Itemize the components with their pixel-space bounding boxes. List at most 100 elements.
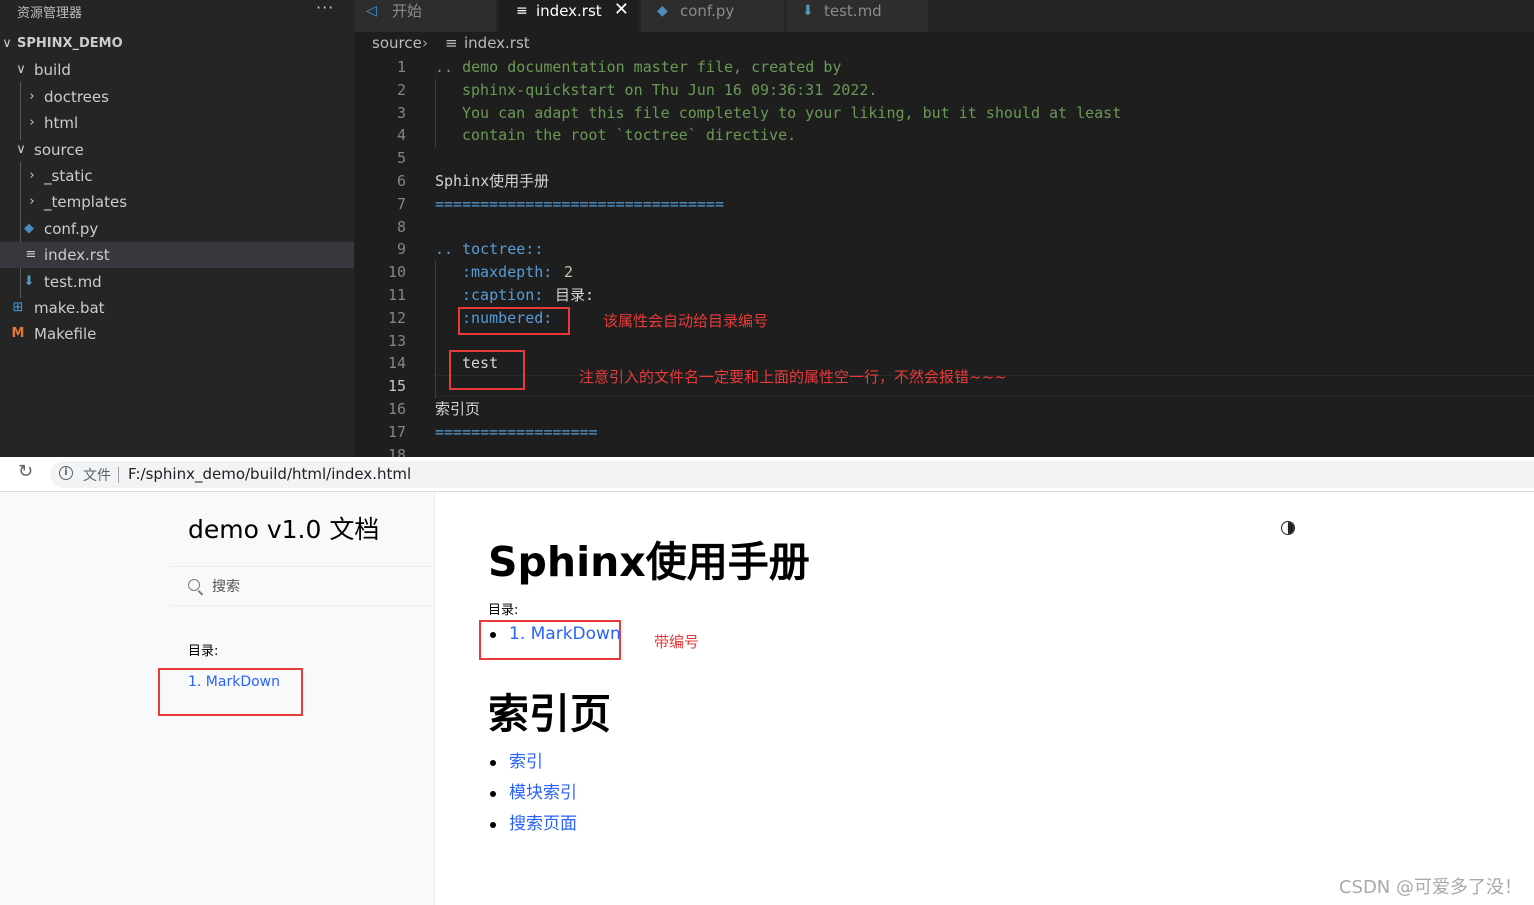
tree-item-label: _static bbox=[44, 167, 93, 185]
indent-guide bbox=[435, 261, 436, 398]
chevron-down-icon: ∨ bbox=[2, 36, 12, 51]
line-number: 5 bbox=[396, 149, 406, 167]
markdown-file-icon: ⬇ bbox=[23, 274, 35, 289]
watermark: CSDN @可爱多了没！ bbox=[1338, 877, 1522, 898]
line-number: 14 bbox=[387, 354, 406, 372]
site-brand[interactable]: demo v1.0 文档 bbox=[188, 510, 379, 546]
chevron-right-icon: › bbox=[29, 115, 35, 130]
annotation-blank-line: 注意引入的文件名一定要和上面的属性空一行，不然会报错~~~ bbox=[579, 368, 1007, 386]
info-icon[interactable]: i bbox=[59, 466, 73, 480]
code-line-9: .. toctree:: bbox=[435, 240, 544, 258]
code-line-3: You can adapt this file completely to yo… bbox=[462, 104, 1122, 122]
file-scheme-label: 文件 bbox=[83, 468, 111, 484]
tree-item-index-rst[interactable]: ≡ index.rst bbox=[0, 242, 354, 268]
line-number: 11 bbox=[387, 286, 406, 304]
indent-guide bbox=[435, 79, 436, 147]
code-line-6: Sphinx使用手册 bbox=[435, 172, 550, 190]
divider bbox=[170, 605, 435, 606]
code-line-7: ================================ bbox=[435, 195, 724, 213]
vscode-window: 资源管理器 ··· ∨ SPHINX_DEMO ∨ build › doctre… bbox=[0, 0, 1534, 457]
more-actions-icon[interactable]: ··· bbox=[316, 0, 334, 17]
tree-item-html[interactable]: › html bbox=[0, 110, 354, 136]
list-item: 索引 bbox=[488, 747, 577, 778]
markdown-file-icon: ⬇ bbox=[802, 3, 814, 19]
highlight-box-toc bbox=[479, 620, 621, 660]
tree-item-templates[interactable]: › _templates bbox=[0, 189, 354, 215]
tree-item-test-md[interactable]: ⬇ test.md bbox=[0, 269, 354, 295]
main-content: Sphinx使用手册 目录: 1. MarkDown 带编号 索引页 索引 模块… bbox=[435, 492, 1534, 905]
link-genindex[interactable]: 索引 bbox=[509, 752, 543, 772]
address-bar: › ↻ i 文件 F:/sphinx_demo/build/html/index… bbox=[0, 457, 1534, 492]
tab-label: index.rst bbox=[536, 2, 602, 20]
browser-window: › ↻ i 文件 F:/sphinx_demo/build/html/index… bbox=[0, 457, 1534, 905]
line-number: 2 bbox=[396, 81, 406, 99]
tree-item-make-bat[interactable]: ⊞ make.bat bbox=[0, 295, 354, 321]
forward-icon[interactable]: › bbox=[0, 463, 1, 483]
explorer-header: 资源管理器 ··· bbox=[0, 0, 354, 24]
code-line-10-value: 2 bbox=[564, 263, 574, 281]
chevron-right-icon: › bbox=[422, 34, 428, 52]
tree-root-sphinx-demo[interactable]: ∨ SPHINX_DEMO bbox=[0, 31, 354, 57]
tree-item-label: html bbox=[44, 114, 79, 132]
code-line-11-value: 目录: bbox=[555, 286, 595, 304]
page-title: Sphinx使用手册 bbox=[488, 538, 810, 586]
line-number: 16 bbox=[387, 400, 406, 418]
tree-item-label: make.bat bbox=[34, 299, 105, 317]
tree-item-label: _templates bbox=[44, 193, 128, 211]
python-file-icon: ◆ bbox=[24, 221, 34, 236]
toc-caption: 目录: bbox=[488, 603, 519, 618]
annotation-numbered-toc: 带编号 bbox=[654, 633, 700, 651]
line-number: 12 bbox=[387, 309, 406, 327]
text-file-icon: ≡ bbox=[516, 3, 528, 19]
breadcrumb-folder[interactable]: source bbox=[372, 34, 422, 52]
tree-item-doctrees[interactable]: › doctrees bbox=[0, 84, 354, 110]
close-icon[interactable]: ✕ bbox=[614, 0, 629, 21]
url-text[interactable]: F:/sphinx_demo/build/html/index.html bbox=[128, 465, 411, 483]
line-number-current: 15 bbox=[387, 377, 406, 395]
link-modindex[interactable]: 模块索引 bbox=[509, 783, 577, 803]
tree-item-label: test.md bbox=[44, 273, 102, 291]
theme-toggle-icon[interactable] bbox=[1281, 521, 1295, 535]
code-editor[interactable]: 1 2 3 4 5 6 7 8 9 10 11 12 13 14 15 16 1… bbox=[354, 56, 1534, 457]
code-line-10-key: :maxdepth: bbox=[462, 263, 553, 281]
line-number: 1 bbox=[396, 58, 406, 76]
list-item: 搜索页面 bbox=[488, 809, 577, 840]
tree-item-label: source bbox=[34, 141, 84, 159]
code-line-1: .. demo documentation master file, creat… bbox=[435, 58, 842, 76]
highlight-box-sidebar bbox=[158, 668, 303, 716]
chevron-down-icon: ∨ bbox=[16, 62, 26, 77]
breadcrumb-file[interactable]: index.rst bbox=[464, 34, 530, 52]
tab-test-md[interactable]: ⬇ test.md bbox=[786, 0, 929, 32]
line-number: 8 bbox=[396, 218, 406, 236]
tree-item-label: conf.py bbox=[44, 220, 99, 238]
chevron-right-icon: › bbox=[29, 89, 35, 104]
highlight-box-test bbox=[449, 350, 525, 390]
tree-item-makefile[interactable]: M Makefile bbox=[0, 321, 354, 347]
line-number: 4 bbox=[396, 126, 406, 144]
tree-item-conf-py[interactable]: ◆ conf.py bbox=[0, 216, 354, 242]
line-number: 10 bbox=[387, 263, 406, 281]
omnibox[interactable]: i 文件 F:/sphinx_demo/build/html/index.htm… bbox=[50, 461, 1534, 488]
reload-icon[interactable]: ↻ bbox=[18, 461, 33, 482]
annotation-numbered: 该属性会自动给目录编号 bbox=[603, 312, 769, 330]
line-number: 9 bbox=[396, 240, 406, 258]
explorer-title: 资源管理器 bbox=[17, 6, 83, 21]
search-icon bbox=[188, 579, 200, 591]
makefile-icon: M bbox=[11, 326, 25, 341]
line-number: 13 bbox=[387, 332, 406, 350]
tree-item-label: SPHINX_DEMO bbox=[17, 36, 123, 51]
tab-conf-py[interactable]: ◆ conf.py bbox=[641, 0, 785, 32]
tree-item-static[interactable]: › _static bbox=[0, 163, 354, 189]
link-search[interactable]: 搜索页面 bbox=[509, 814, 577, 834]
highlight-box-numbered bbox=[458, 307, 570, 335]
python-file-icon: ◆ bbox=[657, 3, 668, 19]
tab-index-rst[interactable]: ≡ index.rst ✕ bbox=[498, 0, 640, 32]
tab-welcome[interactable]: ◁ 开始 bbox=[354, 0, 497, 32]
chevron-right-icon: › bbox=[29, 194, 35, 209]
tree-item-label: index.rst bbox=[44, 246, 110, 264]
search-input[interactable] bbox=[212, 575, 412, 599]
vscode-logo-icon: ◁ bbox=[366, 3, 377, 19]
tree-item-source[interactable]: ∨ source bbox=[0, 137, 354, 163]
tab-label: conf.py bbox=[680, 2, 735, 20]
tree-item-build[interactable]: ∨ build bbox=[0, 57, 354, 83]
